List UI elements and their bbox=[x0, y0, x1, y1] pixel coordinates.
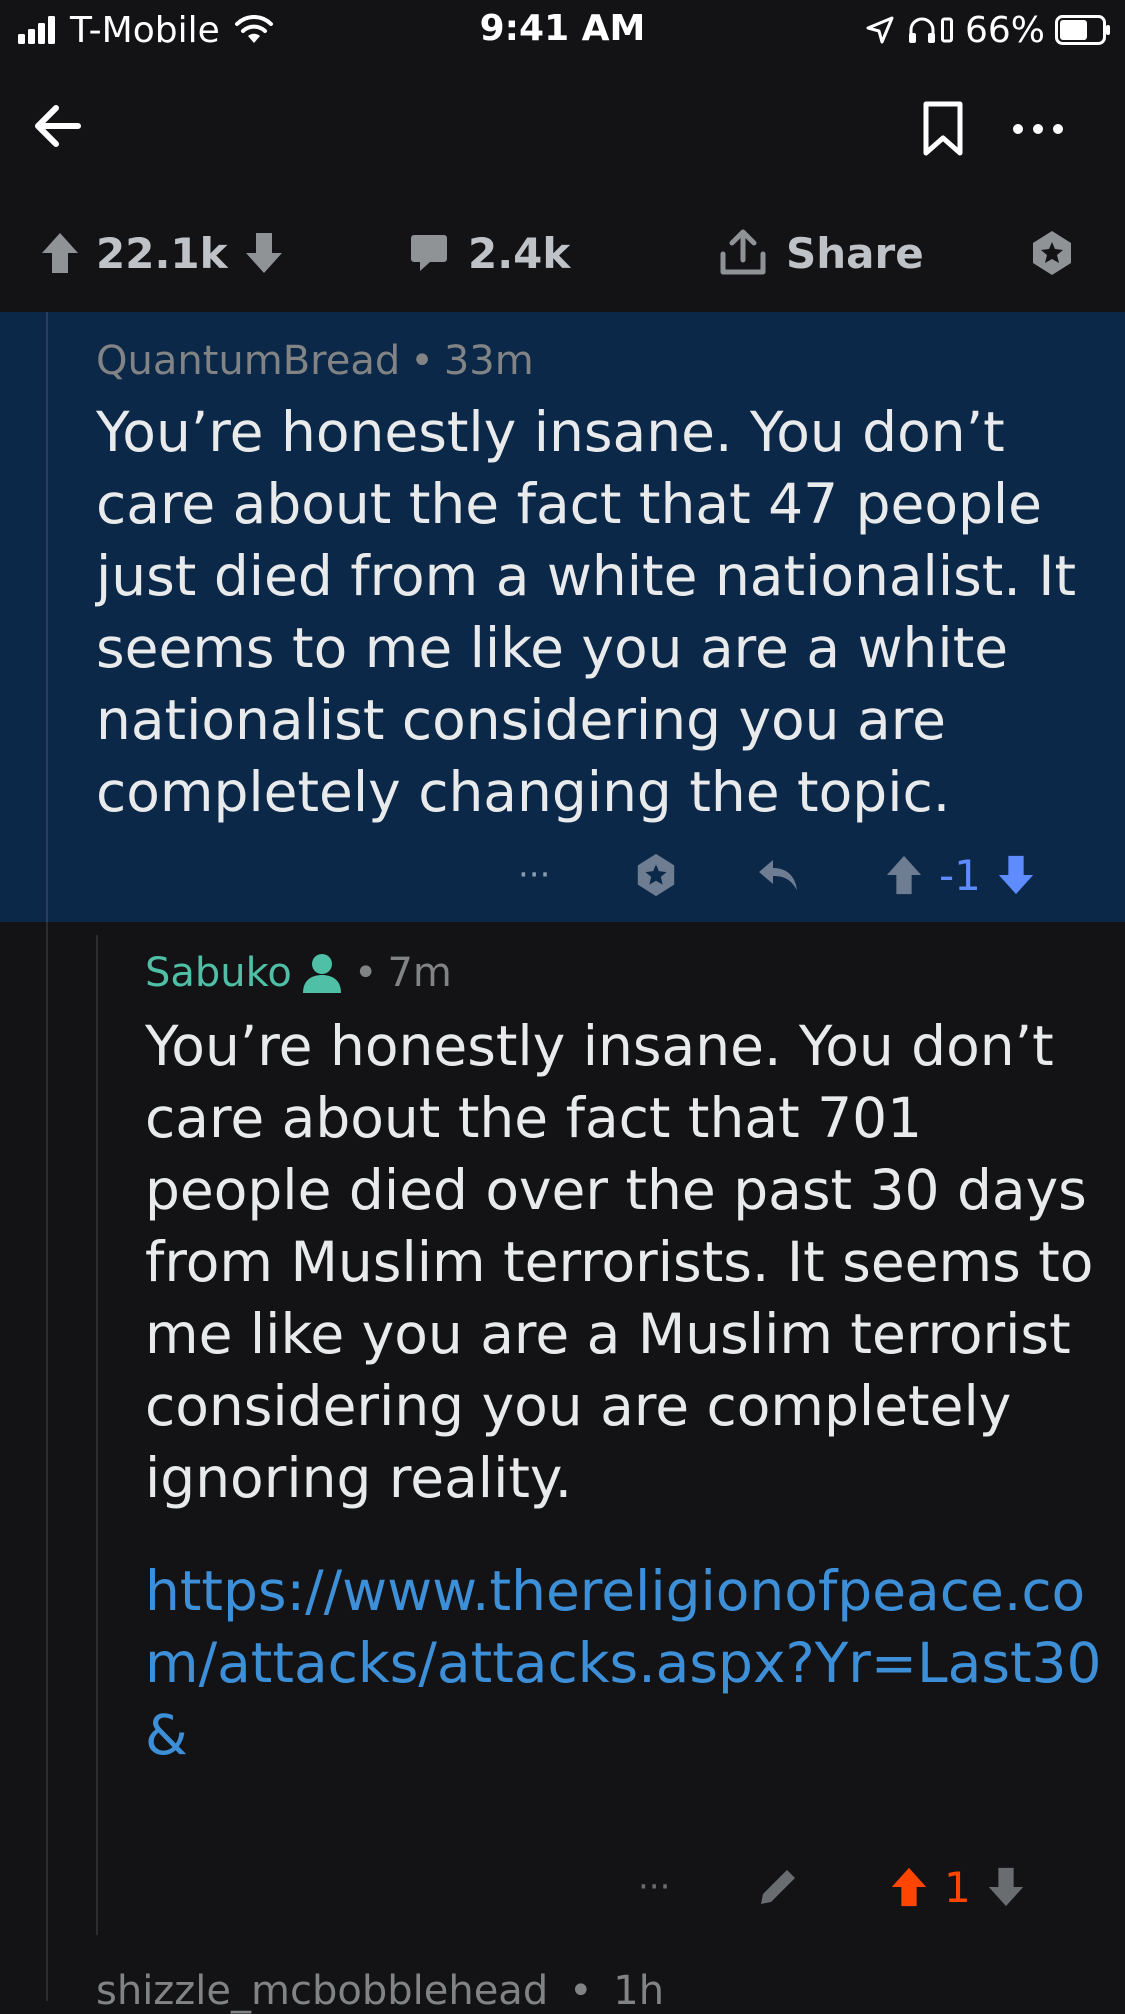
thread-line-highlighted bbox=[46, 312, 48, 922]
comment-score: 1 bbox=[944, 1862, 971, 1912]
comment-edit-button[interactable] bbox=[755, 1852, 801, 1922]
downvote-icon-active[interactable] bbox=[995, 852, 1037, 898]
comment-author[interactable]: QuantumBread bbox=[96, 338, 400, 384]
comment-age: 7m bbox=[387, 950, 452, 996]
share-button[interactable]: Share bbox=[718, 215, 924, 291]
more-dots-icon bbox=[1008, 114, 1068, 144]
post-vote-group: 22.1k bbox=[38, 215, 286, 291]
comment-more-button[interactable]: ··· bbox=[638, 1852, 670, 1922]
upvote-icon[interactable] bbox=[38, 229, 82, 277]
meta-separator: • bbox=[410, 338, 434, 384]
comments-button[interactable]: 2.4k bbox=[408, 215, 570, 291]
comment-count: 2.4k bbox=[468, 228, 571, 278]
next-comment-meta: shizzle_mcbobblehead • 1h bbox=[96, 1968, 664, 2014]
post-score: 22.1k bbox=[96, 228, 228, 278]
headphones-icon bbox=[907, 15, 937, 45]
share-label: Share bbox=[786, 228, 924, 278]
comment-author[interactable]: shizzle_mcbobblehead bbox=[96, 1968, 548, 2014]
comment-vote-group: -1 bbox=[883, 840, 1037, 910]
meta-separator: • bbox=[568, 1968, 593, 2014]
downvote-icon[interactable] bbox=[985, 1864, 1027, 1910]
reply-arrow-icon bbox=[755, 852, 801, 898]
comment-author[interactable]: Sabuko bbox=[145, 950, 292, 996]
location-arrow-icon bbox=[865, 15, 895, 45]
meta-separator: • bbox=[353, 950, 378, 996]
parent-comment-actions: ··· -1 bbox=[0, 840, 1125, 910]
save-button[interactable] bbox=[918, 100, 968, 158]
parent-comment-meta: QuantumBread • 33m bbox=[96, 338, 534, 384]
reply-comment-actions: ··· 1 bbox=[0, 1852, 1125, 1922]
pencil-icon bbox=[755, 1864, 801, 1910]
comment-reply-button[interactable] bbox=[755, 840, 801, 910]
award-icon bbox=[1028, 229, 1076, 277]
downvote-icon[interactable] bbox=[242, 229, 286, 277]
reply-comment-meta: Sabuko • 7m bbox=[145, 950, 452, 996]
battery-percent: 66% bbox=[964, 9, 1045, 51]
upvote-icon[interactable] bbox=[883, 852, 925, 898]
upvote-icon-active[interactable] bbox=[888, 1864, 930, 1910]
back-button[interactable] bbox=[28, 96, 88, 156]
op-user-icon bbox=[300, 951, 344, 995]
nav-bar bbox=[0, 62, 1125, 187]
comment-more-button[interactable]: ··· bbox=[518, 840, 550, 910]
bookmark-icon bbox=[918, 100, 968, 158]
comment-link[interactable]: https://www.thereligionofpeace.com/attac… bbox=[145, 1555, 1105, 1771]
battery-icon bbox=[1055, 15, 1111, 45]
comment-bubble-icon bbox=[408, 232, 450, 274]
share-icon bbox=[718, 228, 768, 278]
comment-score: -1 bbox=[939, 850, 981, 900]
status-bar: T-Mobile 9:41 AM 66% bbox=[0, 0, 1125, 62]
comment-age: 1h bbox=[613, 1968, 665, 2014]
post-action-bar: 22.1k 2.4k Share bbox=[0, 215, 1125, 291]
comment-award-button[interactable] bbox=[633, 840, 679, 910]
orientation-lock-icon bbox=[940, 15, 953, 45]
comment-age: 33m bbox=[443, 338, 534, 384]
reply-thread-line bbox=[96, 935, 98, 1935]
status-right: 66% bbox=[865, 8, 1111, 52]
award-button[interactable] bbox=[1028, 215, 1076, 291]
more-options-button[interactable] bbox=[1008, 114, 1068, 144]
reply-comment-body: You’re honestly insane. You don’t care a… bbox=[145, 1014, 1094, 1510]
parent-comment-body: You’re honestly insane. You don’t care a… bbox=[96, 400, 1077, 824]
comment-vote-group: 1 bbox=[888, 1852, 1027, 1922]
arrow-left-icon bbox=[28, 96, 88, 156]
award-icon bbox=[633, 852, 679, 898]
